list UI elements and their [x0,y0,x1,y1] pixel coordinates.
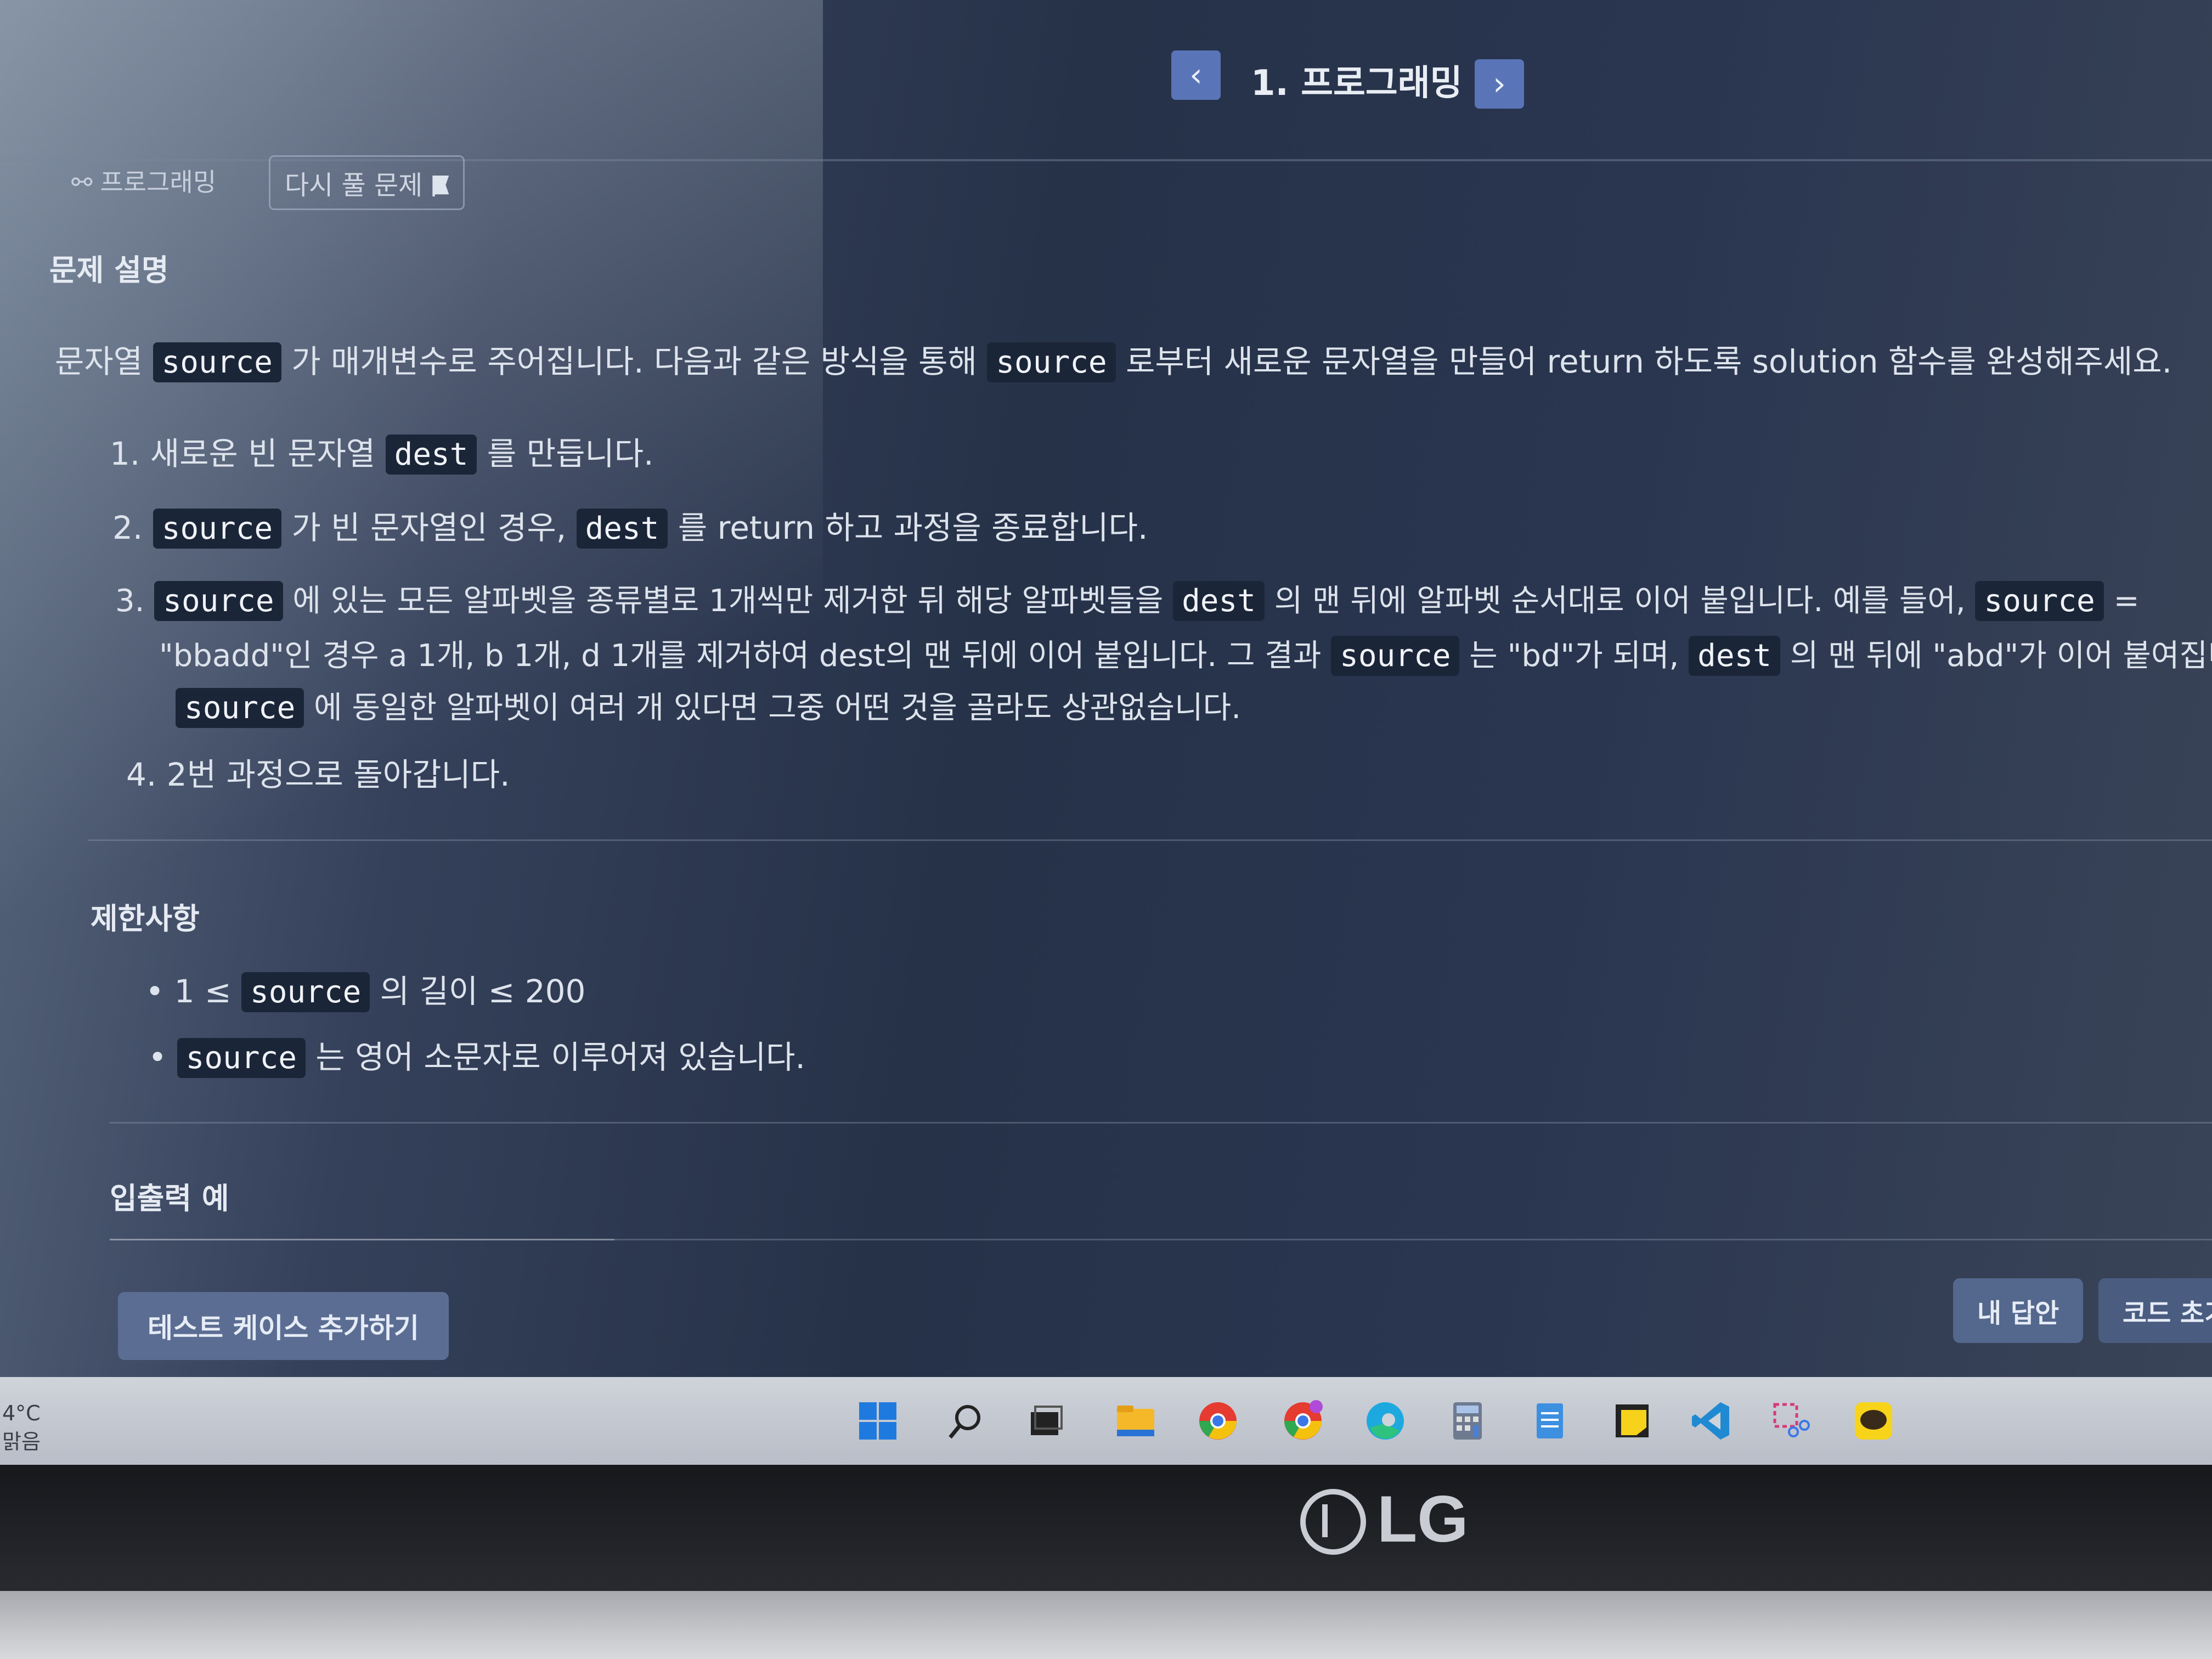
code-source: source [1975,581,2104,621]
add-test-case-button[interactable]: 테스트 케이스 추가하기 [118,1292,449,1360]
task-view-icon[interactable] [1023,1399,1067,1443]
prev-lesson-button[interactable]: ‹ [1171,50,1221,100]
nodes-icon: ⚯ [71,167,93,197]
step-text: 는 "bd"가 되며, [1469,638,1679,674]
step-text: "bbadd"인 경우 a 1개, b 1개, d 1개를 제거하여 dest의… [159,638,1322,674]
next-lesson-button[interactable]: › [1475,59,1524,109]
code-source: source [153,509,282,549]
step-text: 의 맨 뒤에 "abd"가 이어 붙여집니 [1790,638,2212,674]
chevron-left-icon: ‹ [1189,56,1203,94]
code-dest: dest [1173,581,1265,621]
reset-code-button[interactable]: 코드 초기 [2098,1278,2212,1343]
bullet: • [148,1039,167,1076]
code-source: source [987,342,1116,382]
limit-item-2: • source 는 영어 소문자로 이루어져 있습니다. [148,1031,805,1078]
intro-text: 문자열 [55,343,143,380]
step-text: 를 만듭니다. [487,435,654,472]
code-source: source [1331,636,1460,676]
io-tab-underline [110,1239,614,1240]
flag-icon [432,176,449,196]
step-3-line-2: "bbadd"인 경우 a 1개, b 1개, d 1개를 제거하여 dest의… [159,631,2212,676]
step-text: 2. [112,509,143,546]
brand-text: LG [1377,1482,1469,1556]
section-divider [614,1239,2212,1240]
weather-desc: 맑음 [2,1430,41,1454]
code-dest: dest [385,435,477,475]
code-source: source [241,972,370,1012]
limit-item-1: • 1 ≤ source 의 길이 ≤ 200 [145,966,585,1012]
description-intro: 문자열 source 가 매개변수로 주어집니다. 다음과 같은 방식을 통해 … [55,336,2172,382]
intro-text: 가 매개변수로 주어집니다. 다음과 같은 방식을 통해 [291,343,977,380]
chrome-profile-icon[interactable] [1281,1399,1325,1443]
code-source: source [154,581,283,621]
step-text: 3. [115,583,145,619]
io-example-title: 입출력 예 [110,1181,229,1216]
weather-widget[interactable]: 4°C 맑음 [2,1399,41,1456]
calculator-icon[interactable] [1446,1399,1489,1443]
code-dest: dest [576,509,668,549]
windows-start-icon[interactable] [856,1399,900,1443]
lg-circle-icon [1300,1489,1366,1555]
sticky-notes-icon[interactable] [1610,1399,1654,1443]
weather-temp: 4°C [2,1401,41,1425]
lg-logo: LG [1300,1481,1469,1557]
retry-problem-button[interactable]: 다시 풀 문제 [269,155,465,210]
step-3: 3. source 에 있는 모든 알파벳을 종류별로 1개씩만 제거한 뒤 해… [115,576,2140,621]
file-explorer-icon[interactable] [1114,1399,1158,1443]
keyboard-edge [0,1591,2212,1659]
my-answer-button[interactable]: 내 답안 [1953,1278,2084,1343]
retry-label: 다시 풀 문제 [285,170,423,201]
bullet: • [145,973,165,1010]
code-source: source [153,342,281,382]
section-divider [88,839,2212,841]
chevron-right-icon: › [1493,65,1506,103]
limits-title: 제한사항 [91,901,200,936]
step-4: 4. 2번 과정으로 돌아갑니다. [126,756,510,793]
step-text: 가 빈 문자열인 경우, [291,509,567,546]
step-text: 를 return 하고 과정을 종료합니다. [678,509,1148,546]
taskbar: 4°C 맑음 [0,1377,2212,1465]
step-text: 에 동일한 알파벳이 여러 개 있다면 그중 어떤 것을 골라도 상관없습니다. [314,690,1241,726]
step-text: 1. 새로운 빈 문자열 [110,435,376,472]
limit-text: 1 ≤ [174,973,232,1010]
intro-text: 로부터 새로운 문자열을 만들어 return 하도록 solution 함수를… [1126,343,2172,380]
step-2: 2. source 가 빈 문자열인 경우, dest 를 return 하고 … [112,502,1148,549]
lesson-header: ‹ 1. 프로그래밍 › [0,0,2212,161]
snipping-tool-icon[interactable] [1769,1399,1813,1443]
limit-text: 의 길이 ≤ 200 [380,973,586,1010]
breadcrumb[interactable]: ⚯ 프로그래밍 [71,162,216,199]
notepad-icon[interactable] [1528,1399,1572,1443]
section-divider [110,1122,2212,1124]
description-title: 문제 설명 [49,253,169,287]
screen: ‹ 1. 프로그래밍 › ⚯ 프로그래밍 다시 풀 문제 문제 설명 문자열 so… [0,0,2212,1377]
chrome-icon[interactable] [1196,1399,1240,1443]
step-text: 의 맨 뒤에 알파벳 순서대로 이어 붙입니다. 예를 들어, [1274,583,1966,619]
category-label: 프로그래밍 [100,167,217,197]
edge-icon[interactable] [1363,1399,1407,1443]
code-dest: dest [1689,636,1781,676]
lesson-title: 1. 프로그래밍 [1251,63,1463,104]
limit-text: 는 영어 소문자로 이루어져 있습니다. [315,1039,805,1076]
code-source: source [176,688,304,728]
search-icon[interactable] [944,1399,988,1443]
step-text: = [2113,583,2140,619]
step-text: 에 있는 모든 알파벳을 종류별로 1개씩만 제거한 뒤 해당 알파벳들을 [292,583,1164,619]
step-3-line-3: source 에 동일한 알파벳이 여러 개 있다면 그중 어떤 것을 골라도 … [176,683,1241,728]
code-source: source [177,1038,306,1078]
vscode-icon[interactable] [1690,1399,1734,1443]
step-1: 1. 새로운 빈 문자열 dest 를 만듭니다. [110,428,654,475]
kakaotalk-icon[interactable] [1852,1399,1895,1443]
